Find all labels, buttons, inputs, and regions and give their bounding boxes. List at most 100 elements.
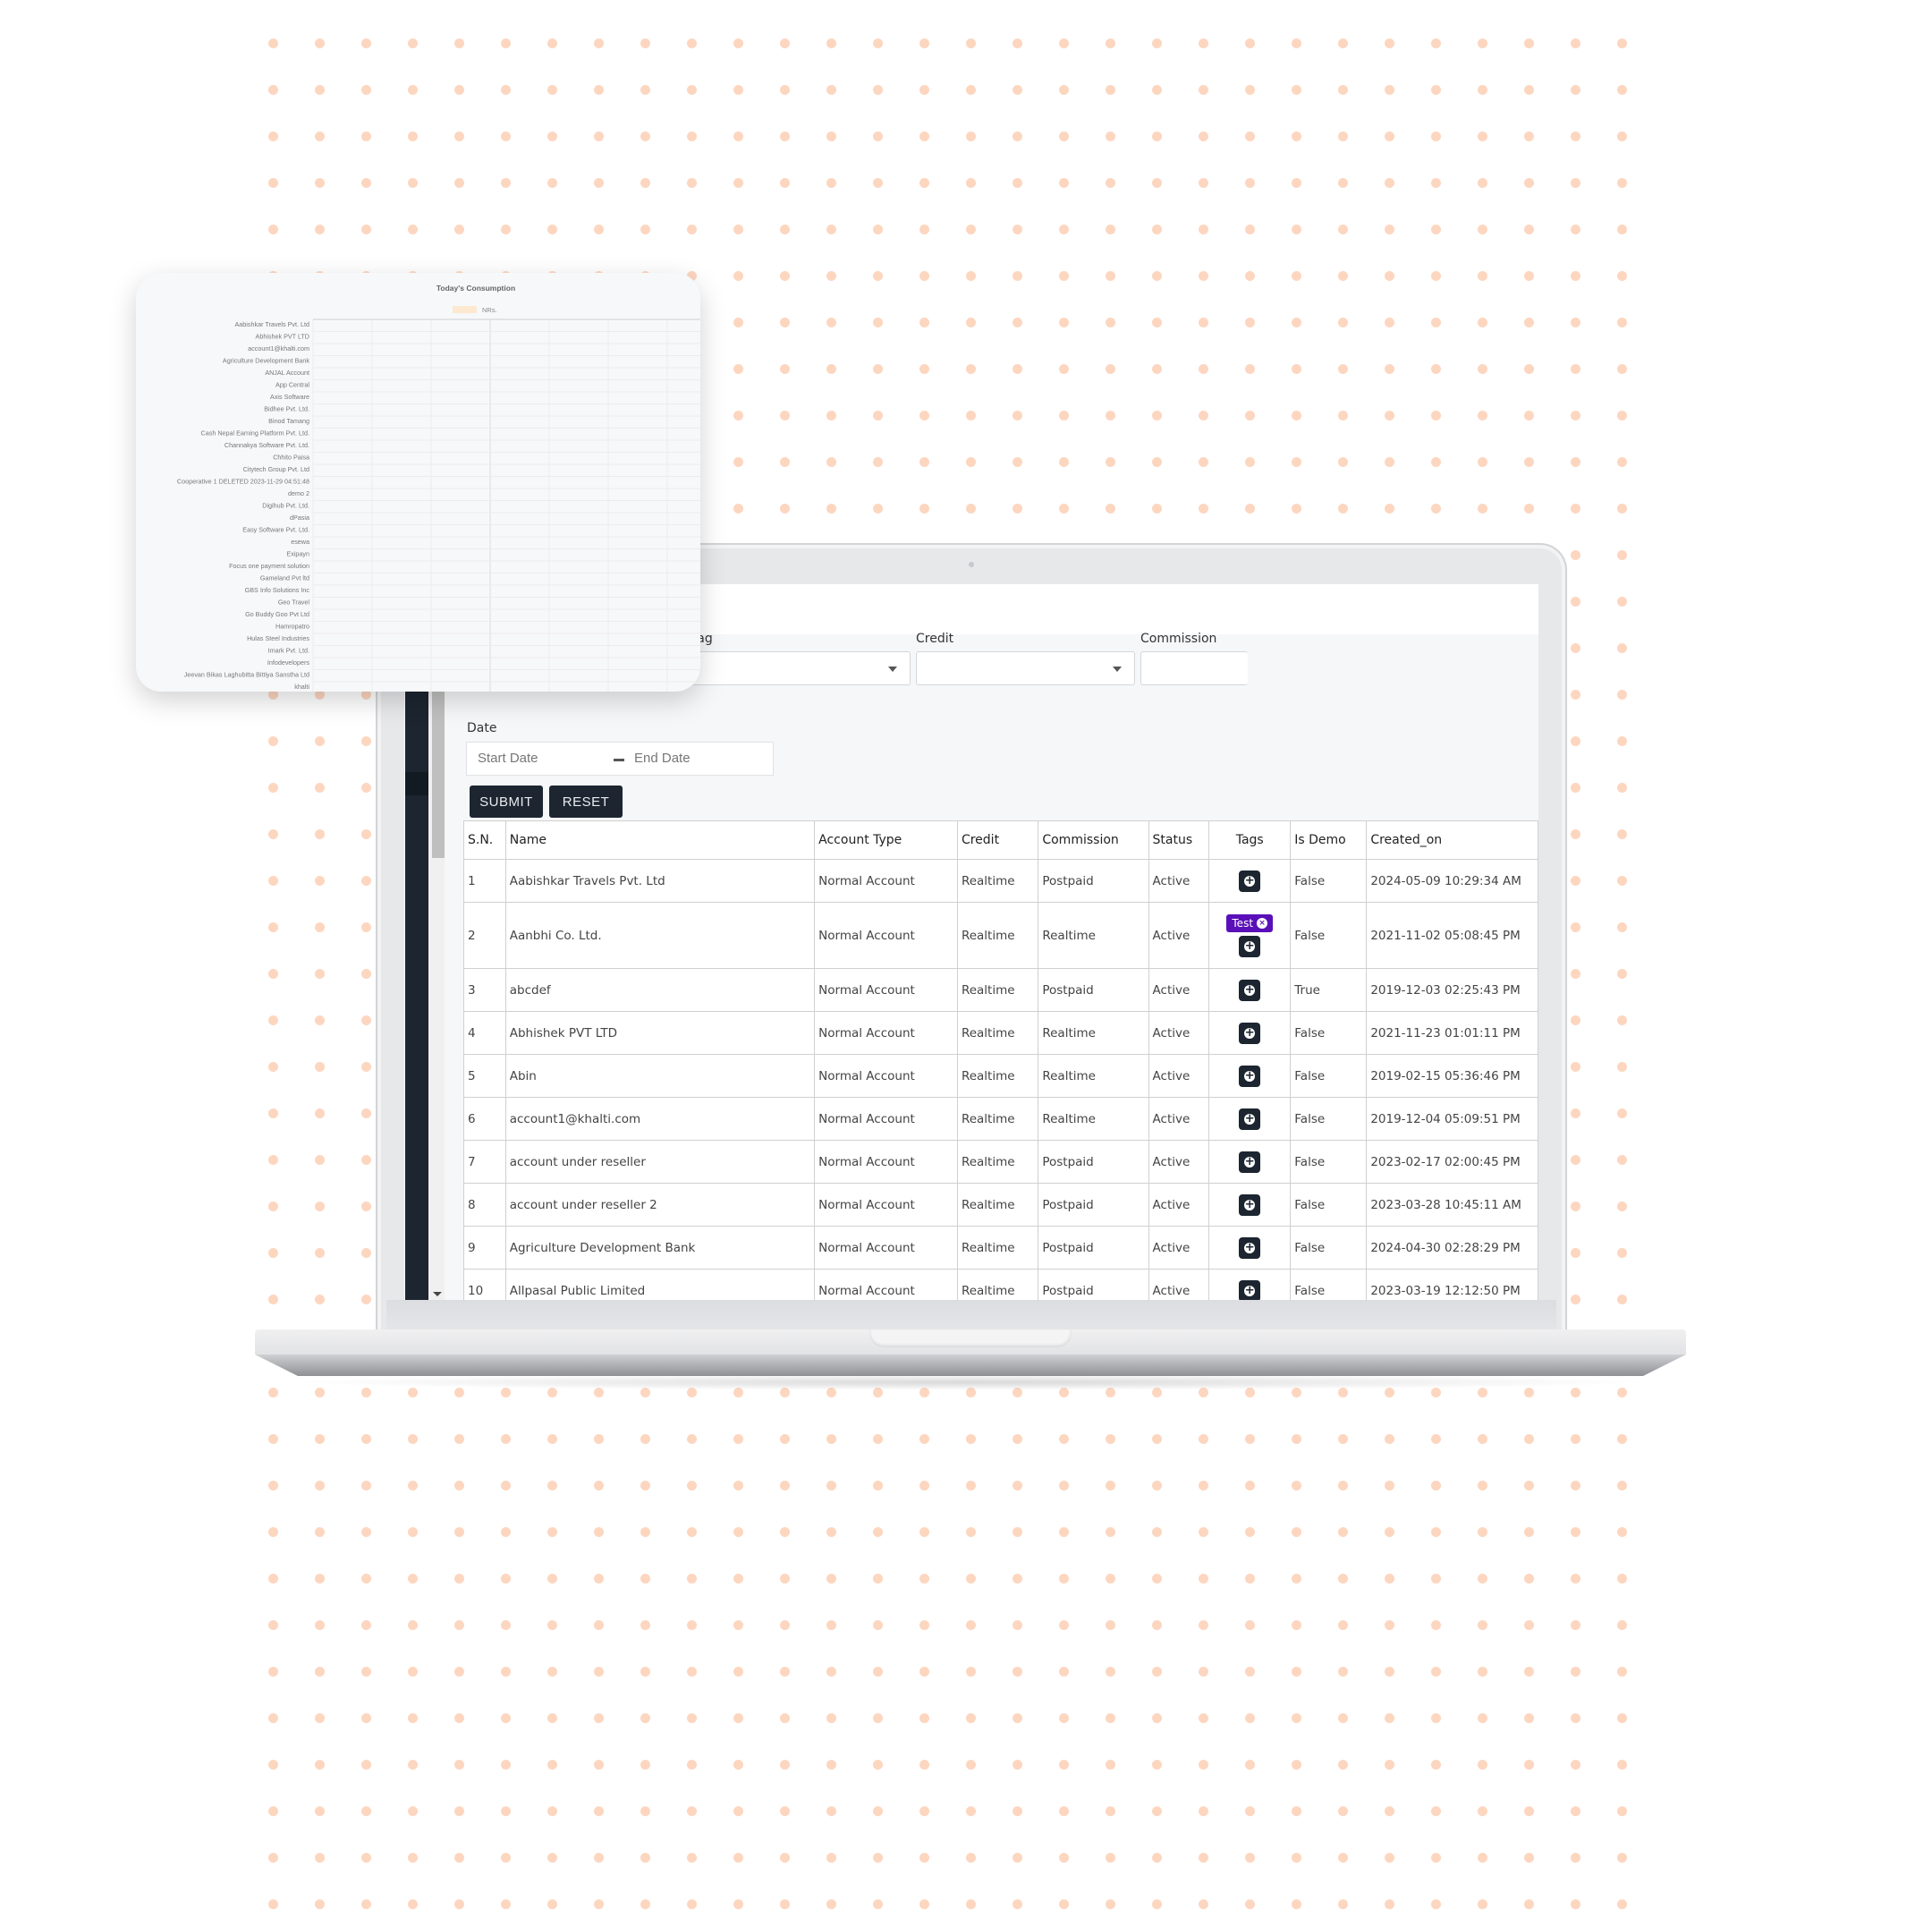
- background-dot: [873, 1806, 883, 1816]
- table-row[interactable]: 8 account under reseller 2 Normal Account R…: [463, 1183, 1538, 1227]
- column-header-is-demo[interactable]: Is Demo: [1290, 820, 1368, 860]
- reset-button[interactable]: RESET: [549, 786, 623, 818]
- submit-button[interactable]: SUBMIT: [470, 786, 543, 818]
- background-dot: [1245, 504, 1255, 514]
- cell-is-demo: False: [1290, 1140, 1368, 1184]
- background-dot: [826, 504, 836, 514]
- plus-circle-icon[interactable]: [1239, 1279, 1261, 1300]
- background-dot: [268, 1713, 278, 1723]
- cell-is-demo: False: [1290, 1011, 1368, 1055]
- table-row[interactable]: 10 Allpasal Public Limited Normal Account R…: [463, 1269, 1538, 1300]
- background-dot: [1571, 318, 1580, 327]
- background-dot: [826, 38, 836, 48]
- close-circle-icon[interactable]: ×: [1257, 917, 1268, 929]
- background-dot: [1617, 271, 1627, 281]
- sidebar-item-active[interactable]: [405, 772, 428, 795]
- column-header-tags[interactable]: Tags: [1208, 820, 1292, 860]
- background-dot: [1292, 225, 1301, 234]
- background-dot: [687, 225, 697, 234]
- plus-circle-icon[interactable]: [1239, 1193, 1261, 1216]
- background-dot: [1385, 318, 1394, 327]
- date-range-picker[interactable]: Start Date End Date: [466, 742, 774, 776]
- y-tick-label: Cash Nepal Earning Platform Pvt. Ltd.: [201, 429, 309, 437]
- background-dot: [919, 1574, 929, 1584]
- background-dot: [826, 1899, 836, 1909]
- column-header-account-type[interactable]: Account Type: [814, 820, 958, 860]
- background-dot: [1478, 364, 1487, 374]
- cell-is-demo: False: [1290, 1183, 1368, 1227]
- background-dot: [919, 1806, 929, 1816]
- plus-circle-icon[interactable]: [1239, 1108, 1261, 1130]
- background-dot: [1152, 1481, 1162, 1491]
- column-header-commission[interactable]: Commission: [1038, 820, 1149, 860]
- background-dot: [919, 457, 929, 467]
- background-dot: [966, 1899, 976, 1909]
- background-dot: [826, 225, 836, 234]
- table-row[interactable]: 2 Aanbhi Co. Ltd. Normal Account Realtime Re…: [463, 902, 1538, 969]
- background-dot: [1152, 1527, 1162, 1537]
- plus-circle-icon[interactable]: [1239, 1022, 1261, 1044]
- background-dot: [1245, 132, 1255, 141]
- background-dot: [361, 1108, 371, 1118]
- background-dot: [268, 38, 278, 48]
- plus-circle-icon[interactable]: [1239, 870, 1261, 892]
- background-dot: [547, 1527, 557, 1537]
- background-dot: [1431, 1620, 1441, 1630]
- laptop-opening-notch: [869, 1329, 1072, 1347]
- table-row[interactable]: 6 account1@khalti.com Normal Account Realti…: [463, 1097, 1538, 1141]
- start-date-input[interactable]: Start Date: [478, 751, 538, 766]
- table-row[interactable]: 1 Aabishkar Travels Pvt. Ltd Normal Accoun…: [463, 859, 1538, 903]
- plus-circle-icon[interactable]: [1239, 1236, 1261, 1259]
- cell-name: Allpasal Public Limited: [504, 1269, 816, 1300]
- plus-circle-icon[interactable]: [1239, 1065, 1261, 1087]
- plus-circle-icon[interactable]: [1239, 979, 1261, 1001]
- background-dot: [919, 1853, 929, 1863]
- tag-select[interactable]: [691, 651, 911, 685]
- table-row[interactable]: 4 Abhishek PVT LTD Normal Account Realtime R…: [463, 1011, 1538, 1055]
- background-dot: [1571, 643, 1580, 653]
- plus-circle-icon[interactable]: [1239, 935, 1261, 957]
- plus-circle-icon[interactable]: [1239, 1151, 1261, 1173]
- commission-input[interactable]: [1140, 651, 1248, 685]
- column-header-sn[interactable]: S.N.: [463, 820, 506, 860]
- background-dot: [1152, 411, 1162, 420]
- column-header-status[interactable]: Status: [1148, 820, 1210, 860]
- background-dot: [1571, 1108, 1580, 1118]
- background-dot: [315, 736, 325, 746]
- column-header-name[interactable]: Name: [504, 820, 816, 860]
- column-header-credit[interactable]: Credit: [956, 820, 1039, 860]
- background-dot: [687, 1527, 697, 1537]
- background-dot: [687, 1620, 697, 1630]
- background-dot: [361, 829, 371, 839]
- background-dot: [780, 271, 790, 281]
- background-dot: [1478, 411, 1487, 420]
- background-dot: [1059, 38, 1069, 48]
- background-dot: [826, 85, 836, 95]
- background-dot: [873, 318, 883, 327]
- table-row[interactable]: 9 Agriculture Development Bank Normal Acco…: [463, 1226, 1538, 1270]
- background-dot: [361, 1899, 371, 1909]
- background-dot: [315, 1760, 325, 1770]
- background-dot: [640, 1527, 650, 1537]
- background-dot: [1571, 1853, 1580, 1863]
- background-dot: [966, 132, 976, 141]
- background-dot: [1385, 1713, 1394, 1723]
- background-dot: [966, 1481, 976, 1491]
- background-dot: [315, 1853, 325, 1863]
- background-dot: [687, 1760, 697, 1770]
- background-dot: [1059, 411, 1069, 420]
- background-dot: [1478, 1806, 1487, 1816]
- scroll-down-arrow-icon[interactable]: [433, 1292, 442, 1296]
- table-row[interactable]: 5 Abin Normal Account Realtime Realtime Activ…: [463, 1054, 1538, 1098]
- table-row[interactable]: 3 abcdef Normal Account Realtime Postpaid Act…: [463, 968, 1538, 1012]
- credit-select[interactable]: [916, 651, 1135, 685]
- column-header-created-on[interactable]: Created_on: [1366, 820, 1538, 860]
- sidebar-scrollbar[interactable]: [428, 634, 445, 1300]
- background-dot: [780, 1760, 790, 1770]
- background-dot: [454, 1574, 464, 1584]
- background-dot: [1013, 1620, 1022, 1630]
- end-date-input[interactable]: End Date: [634, 751, 691, 766]
- background-dot: [1385, 85, 1394, 95]
- table-row[interactable]: 7 account under reseller Normal Account Rea…: [463, 1140, 1538, 1184]
- y-tick-label: Abhishek PVT LTD: [256, 333, 309, 341]
